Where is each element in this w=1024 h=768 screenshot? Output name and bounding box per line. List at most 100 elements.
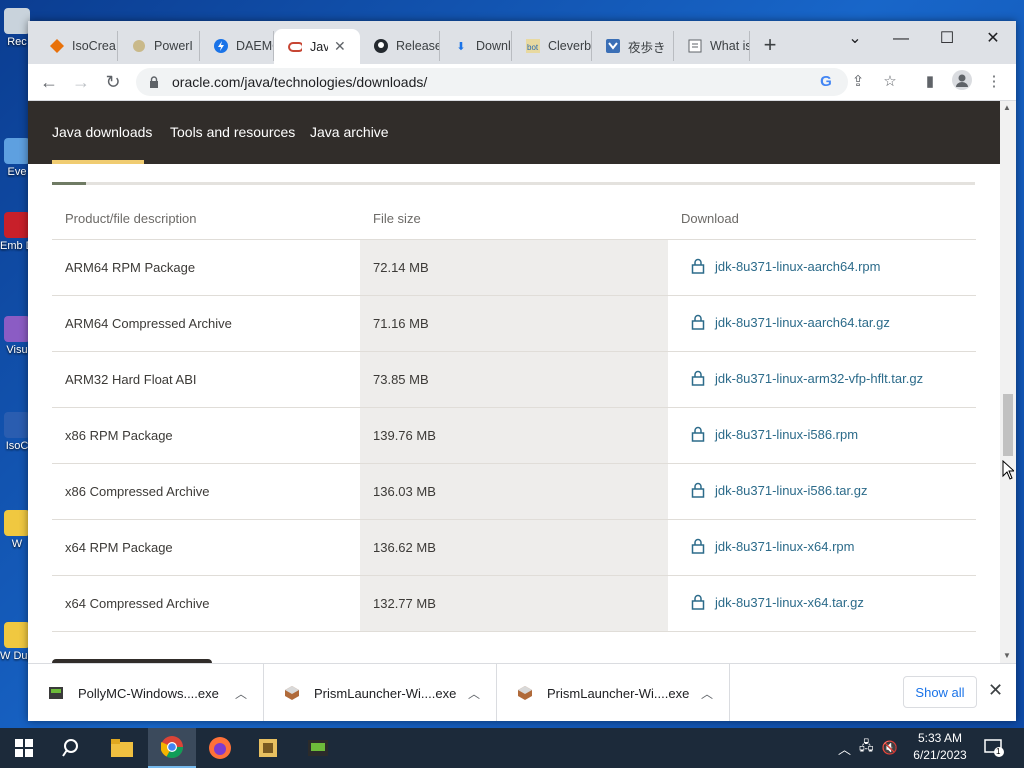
row-description: x64 RPM Package xyxy=(52,519,360,576)
close-tab-icon[interactable]: ✕ xyxy=(334,38,346,55)
tray-overflow-chevron-icon[interactable]: ︿ xyxy=(838,739,851,758)
cleverbot-icon: bot xyxy=(526,39,540,53)
new-tab-button[interactable]: + xyxy=(758,31,782,59)
taskbar-game-app[interactable] xyxy=(294,728,342,768)
download-filename: PollyMC-Windows....exe xyxy=(78,685,219,701)
page-icon xyxy=(688,39,702,53)
daemon-icon xyxy=(214,39,228,53)
profile-avatar-icon[interactable] xyxy=(950,70,974,94)
url-text: oracle.com/java/technologies/downloads/ xyxy=(172,74,428,90)
page-scrollbar[interactable]: ▲ ▼ xyxy=(1000,101,1016,663)
scrollbar-thumb[interactable] xyxy=(1003,394,1013,456)
os-tab-rule xyxy=(52,182,975,185)
maximize-button[interactable]: ☐ xyxy=(924,25,970,53)
tab-label: PowerI xyxy=(154,39,193,53)
download-link[interactable]: jdk-8u371-linux-i586.tar.gz xyxy=(681,482,867,498)
download-item[interactable]: PrismLauncher-Wi....exe ︿ xyxy=(497,664,730,721)
visual-studio-icon xyxy=(4,316,30,342)
recycle-bin-icon xyxy=(4,8,30,34)
notification-center-button[interactable]: 1 xyxy=(984,728,1004,768)
share-icon[interactable]: ⇪ xyxy=(846,70,870,94)
archive-app-icon xyxy=(259,739,277,757)
tab-yoaruki[interactable]: 夜歩き xyxy=(592,31,674,61)
taskbar-archive-app[interactable] xyxy=(244,728,292,768)
table-row: ARM32 Hard Float ABI 73.85 MB jdk-8u371-… xyxy=(52,351,976,408)
reload-button[interactable]: ↻ xyxy=(100,69,126,95)
search-button[interactable] xyxy=(48,728,96,768)
system-clock[interactable]: 5:33 AM 6/21/2023 xyxy=(900,730,980,764)
tab-cleverbot[interactable]: bot Cleverb xyxy=(512,31,592,61)
taskbar-chrome[interactable] xyxy=(148,728,196,768)
taskbar: ︿ 🖧 🔇 5:33 AM 6/21/2023 1 xyxy=(0,728,1024,768)
forward-button[interactable]: → xyxy=(68,69,94,95)
notification-icon xyxy=(984,739,1004,757)
bookmark-star-icon[interactable]: ☆ xyxy=(878,70,902,94)
address-bar[interactable]: oracle.com/java/technologies/downloads/ xyxy=(136,68,848,96)
chrome-icon xyxy=(161,736,183,758)
start-button[interactable] xyxy=(0,728,48,768)
lock-icon xyxy=(691,482,705,498)
site-icon xyxy=(606,39,620,53)
tab-download[interactable]: ⬇ Downlo xyxy=(440,31,512,61)
menu-kebab-icon[interactable]: ⋮ xyxy=(982,70,1006,94)
download-link[interactable]: jdk-8u371-linux-arm32-vfp-hflt.tar.gz xyxy=(681,370,923,386)
taskbar-file-explorer[interactable] xyxy=(98,728,146,768)
back-button[interactable]: ← xyxy=(36,69,62,95)
tab-label: IsoCrea xyxy=(72,39,116,53)
tab-label: What is xyxy=(710,39,750,53)
tab-label: DAEMC xyxy=(236,39,273,53)
table-row: ARM64 Compressed Archive 71.16 MB jdk-8u… xyxy=(52,295,976,352)
folder-icon xyxy=(111,739,133,757)
download-link[interactable]: jdk-8u371-linux-x64.rpm xyxy=(681,538,854,554)
side-panel-icon[interactable]: ▮ xyxy=(918,70,942,94)
tab-github-release[interactable]: Release xyxy=(360,31,440,61)
tab-search-icon[interactable]: ⌄ xyxy=(832,25,878,53)
tab-what-is[interactable]: What is xyxy=(674,31,750,61)
pollymc-file-icon xyxy=(49,687,63,699)
row-description: ARM64 RPM Package xyxy=(52,239,360,296)
close-window-button[interactable]: ✕ xyxy=(970,25,1016,53)
google-icon[interactable]: G xyxy=(814,70,838,94)
tab-strip: IsoCrea PowerI DAEMC Java ✕ Release ⬇ Do… xyxy=(28,21,1016,64)
tab-java[interactable]: Java ✕ xyxy=(274,29,360,64)
download-link[interactable]: jdk-8u371-linux-i586.rpm xyxy=(681,426,858,442)
tab-daemon[interactable]: DAEMC xyxy=(200,31,274,61)
download-link[interactable]: jdk-8u371-linux-aarch64.rpm xyxy=(681,258,880,274)
active-nav-underline xyxy=(52,160,144,164)
tab-isocreator[interactable]: IsoCrea xyxy=(36,31,118,61)
row-file-size: 72.14 MB xyxy=(360,239,668,296)
network-icon[interactable]: 🖧 xyxy=(859,737,874,759)
row-file-size: 139.76 MB xyxy=(360,407,668,464)
row-file-size: 132.77 MB xyxy=(360,575,668,632)
nav-java-archive[interactable]: Java archive xyxy=(310,124,389,140)
chevron-up-icon[interactable]: ︿ xyxy=(235,685,247,702)
game-app-icon xyxy=(308,740,328,756)
lock-icon xyxy=(691,370,705,386)
close-download-shelf-icon[interactable]: ✕ xyxy=(988,680,1003,701)
download-filename: PrismLauncher-Wi....exe xyxy=(547,685,690,701)
scroll-up-arrow-icon[interactable]: ▲ xyxy=(1003,103,1011,112)
download-item[interactable]: PrismLauncher-Wi....exe ︿ xyxy=(264,664,497,721)
lock-icon xyxy=(691,258,705,274)
download-filename: jdk-8u371-linux-arm32-vfp-hflt.tar.gz xyxy=(715,370,924,386)
download-item[interactable]: PollyMC-Windows....exe ︿ xyxy=(28,664,264,721)
header-file-size: File size xyxy=(360,197,668,240)
chevron-up-icon[interactable]: ︿ xyxy=(468,685,480,702)
download-link[interactable]: jdk-8u371-linux-x64.tar.gz xyxy=(681,594,864,610)
chevron-up-icon[interactable]: ︿ xyxy=(701,685,713,702)
tab-powerlauncher[interactable]: PowerI xyxy=(118,31,200,61)
minimize-button[interactable]: — xyxy=(878,25,924,53)
nav-java-downloads[interactable]: Java downloads xyxy=(52,124,152,140)
show-all-button[interactable]: Show all xyxy=(903,676,977,708)
row-description: x86 RPM Package xyxy=(52,407,360,464)
row-description: ARM64 Compressed Archive xyxy=(52,295,360,352)
download-link[interactable]: jdk-8u371-linux-aarch64.tar.gz xyxy=(681,314,890,330)
isocreator-icon xyxy=(50,39,64,53)
taskbar-firefox[interactable] xyxy=(196,728,244,768)
scroll-down-arrow-icon[interactable]: ▼ xyxy=(1003,651,1011,660)
nav-tools-and-resources[interactable]: Tools and resources xyxy=(170,124,295,140)
volume-muted-icon[interactable]: 🔇 xyxy=(882,740,898,756)
download-filename: jdk-8u371-linux-aarch64.tar.gz xyxy=(715,314,890,330)
embarcadero-icon xyxy=(4,212,30,238)
table-header-row: Product/file description File size Downl… xyxy=(52,197,976,240)
